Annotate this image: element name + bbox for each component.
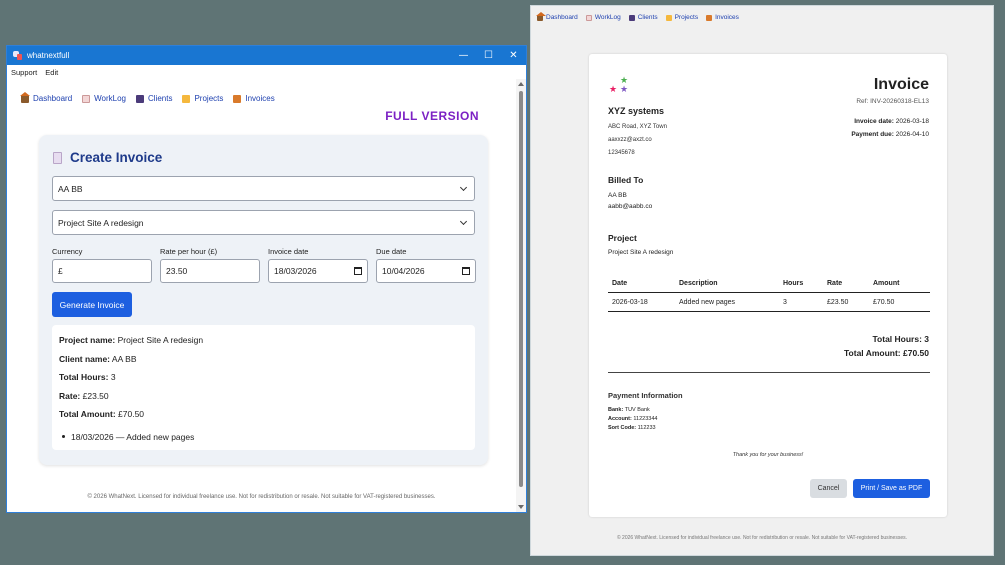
client-select[interactable]: AA BB bbox=[52, 176, 475, 201]
chevron-down-icon bbox=[459, 183, 468, 192]
thank-you-note: Thank you for your business! bbox=[732, 452, 804, 458]
payment-due: Payment due: 2026-04-10 bbox=[851, 131, 929, 138]
payment-account: Account: 11223344 bbox=[608, 416, 658, 422]
app-window: whatnextfull — ☐ ✕ Support Edit Dashboar… bbox=[6, 45, 527, 513]
main-nav: Dashboard WorkLog Clients Projects Invoi… bbox=[20, 91, 285, 103]
invoice-table: Date Description Hours Rate Amount 2026-… bbox=[608, 274, 930, 312]
menu-bar: Support Edit bbox=[7, 65, 526, 79]
vertical-scrollbar[interactable] bbox=[516, 79, 526, 512]
payment-sort-code: Sort Code: 112233 bbox=[608, 425, 656, 431]
menu-edit[interactable]: Edit bbox=[45, 68, 58, 77]
moneybag-icon bbox=[233, 94, 242, 103]
company-phone: 12345678 bbox=[608, 150, 635, 156]
summary-client: Client name: AA BB bbox=[59, 353, 137, 364]
due-date-input[interactable]: 10/04/2026 bbox=[376, 259, 476, 283]
nav-projects[interactable]: Projects bbox=[665, 14, 698, 21]
invoice-preview-window: Dashboard WorkLog Clients Projects Invoi… bbox=[530, 5, 994, 556]
menu-support[interactable]: Support bbox=[11, 68, 37, 77]
app-content: Dashboard WorkLog Clients Projects Invoi… bbox=[7, 79, 516, 512]
nav-dashboard[interactable]: Dashboard bbox=[536, 11, 578, 21]
invoice-summary: Project name: Project Site A redesign Cl… bbox=[52, 325, 475, 450]
company-name: XYZ systems bbox=[608, 106, 665, 116]
moneybag-icon bbox=[706, 14, 713, 21]
people-icon bbox=[136, 94, 145, 103]
currency-label: Currency bbox=[52, 247, 83, 256]
nav-clients[interactable]: Clients bbox=[628, 14, 658, 21]
nav-invoices[interactable]: Invoices bbox=[706, 14, 739, 21]
rate-label: Rate per hour (£) bbox=[160, 247, 218, 256]
company-logo: ★ ★ ★ bbox=[609, 76, 629, 95]
create-invoice-card: Create Invoice AA BB Project Site A rede… bbox=[39, 135, 488, 465]
table-row: 2026-03-18 Added new pages 3 £23.50 £70.… bbox=[608, 293, 930, 312]
chevron-down-icon bbox=[459, 217, 468, 226]
nav-clients[interactable]: Clients bbox=[136, 94, 172, 103]
invoice-heading: Invoice bbox=[873, 76, 929, 93]
company-address: ABC Road, XYZ Town bbox=[608, 124, 667, 130]
billed-to-name: AA BB bbox=[608, 192, 627, 199]
home-icon bbox=[20, 91, 30, 103]
minimize-button[interactable]: — bbox=[451, 50, 476, 61]
title-bar[interactable]: whatnextfull — ☐ ✕ bbox=[7, 46, 526, 65]
company-email: aaxxzz@axzt.co bbox=[608, 137, 652, 143]
nav-worklog[interactable]: WorkLog bbox=[82, 94, 126, 103]
create-invoice-title: Create Invoice bbox=[53, 150, 162, 165]
invoice-date-label: Invoice date bbox=[268, 247, 309, 256]
payment-bank: Bank: TUV Bank bbox=[608, 407, 650, 413]
nav-invoices[interactable]: Invoices bbox=[233, 94, 275, 103]
maximize-button[interactable]: ☐ bbox=[476, 50, 501, 61]
calendar-icon[interactable] bbox=[354, 267, 362, 275]
currency-input[interactable]: £ bbox=[52, 259, 152, 283]
preview-nav: Dashboard WorkLog Clients Projects Invoi… bbox=[536, 11, 747, 21]
people-icon bbox=[628, 14, 635, 21]
scrollbar-thumb[interactable] bbox=[519, 91, 523, 487]
invoice-date: Invoice date: 2026-03-18 bbox=[854, 118, 929, 125]
rate-input[interactable]: 23.50 bbox=[160, 259, 260, 283]
invoice-ref: Ref: INV-20260318-EL13 bbox=[856, 98, 929, 105]
nav-worklog[interactable]: WorkLog bbox=[585, 14, 621, 21]
window-title: whatnextfull bbox=[27, 51, 70, 60]
payment-info-title: Payment Information bbox=[608, 391, 683, 400]
cancel-button[interactable]: Cancel bbox=[810, 479, 847, 498]
folder-icon bbox=[182, 94, 191, 103]
summary-project: Project name: Project Site A redesign bbox=[59, 335, 204, 345]
invoice-date-input[interactable]: 18/03/2026 bbox=[268, 259, 368, 283]
divider bbox=[608, 372, 930, 373]
home-icon bbox=[536, 11, 546, 21]
folder-icon bbox=[665, 14, 672, 21]
table-header: Date Description Hours Rate Amount bbox=[608, 274, 930, 293]
summary-rate: Rate: £23.50 bbox=[59, 390, 109, 401]
total-hours: Total Hours: 3 bbox=[872, 334, 929, 344]
summary-amount: Total Amount: £70.50 bbox=[59, 409, 145, 419]
nav-dashboard[interactable]: Dashboard bbox=[20, 91, 72, 103]
nav-projects[interactable]: Projects bbox=[182, 94, 223, 103]
app-icon bbox=[13, 51, 22, 60]
total-amount: Total Amount: £70.50 bbox=[843, 348, 929, 358]
invoice-document: ★ ★ ★ XYZ systems ABC Road, XYZ Town aax… bbox=[589, 54, 947, 517]
billed-to-title: Billed To bbox=[608, 175, 644, 185]
billed-to-email: aabb@aabb.co bbox=[608, 203, 653, 210]
full-version-banner: FULL VERSION bbox=[385, 109, 479, 123]
summary-entry: 18/03/2026 — Added new pages bbox=[59, 428, 468, 447]
generate-invoice-button[interactable]: Generate Invoice bbox=[52, 292, 132, 317]
calendar-icon[interactable] bbox=[462, 267, 470, 275]
license-footer: © 2026 WhatNext. Licensed for individual… bbox=[616, 535, 908, 541]
scroll-down-icon[interactable] bbox=[518, 505, 524, 509]
due-date-label: Due date bbox=[376, 247, 407, 256]
summary-hours: Total Hours: 3 bbox=[59, 372, 116, 382]
notebook-icon bbox=[585, 14, 592, 21]
project-name: Project Site A redesign bbox=[608, 249, 674, 256]
project-select[interactable]: Project Site A redesign bbox=[52, 210, 475, 235]
license-footer: © 2026 WhatNext. Licensed for individual… bbox=[87, 494, 436, 500]
scroll-up-icon[interactable] bbox=[518, 82, 524, 86]
close-button[interactable]: ✕ bbox=[501, 50, 526, 61]
print-pdf-button[interactable]: Print / Save as PDF bbox=[853, 479, 930, 498]
document-icon bbox=[53, 151, 62, 164]
project-title: Project bbox=[608, 233, 637, 243]
notebook-icon bbox=[82, 94, 91, 103]
